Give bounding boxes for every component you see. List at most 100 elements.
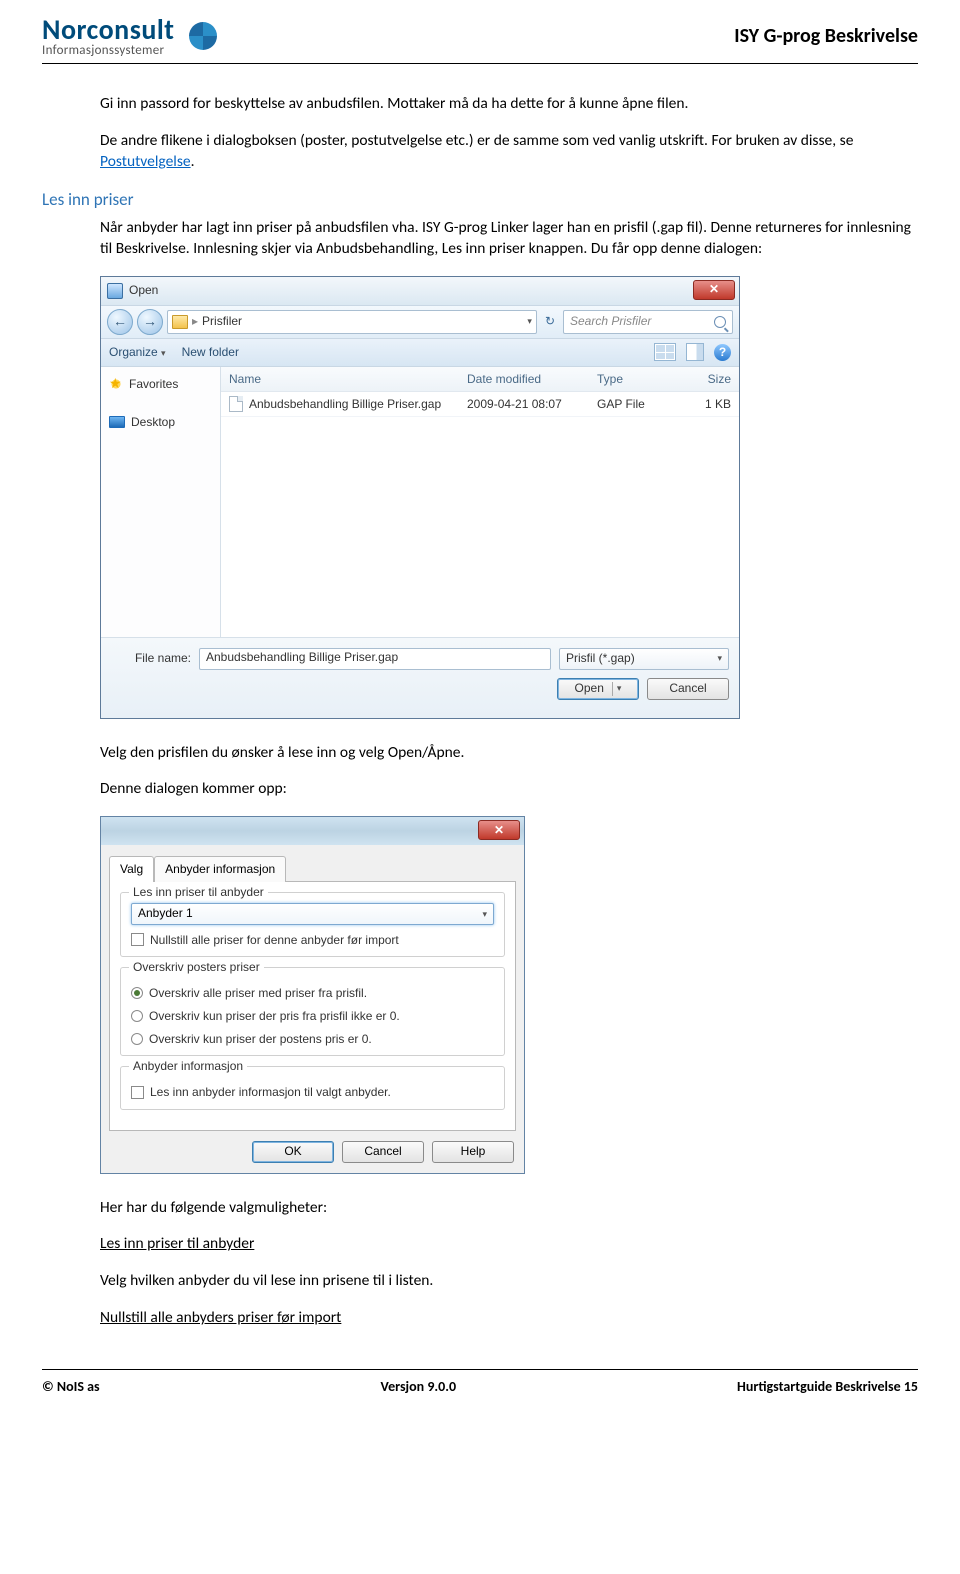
radio-alle[interactable]: Overskriv alle priser med priser fra pri… bbox=[131, 985, 494, 1001]
footer-left: © NoIS as bbox=[42, 1378, 100, 1395]
sidebar-desktop[interactable]: Desktop bbox=[105, 411, 216, 433]
dialog-footer: OK Cancel Help bbox=[101, 1131, 524, 1173]
sidebar-desktop-label: Desktop bbox=[131, 414, 175, 430]
file-type: GAP File bbox=[589, 392, 669, 416]
forward-button[interactable]: → bbox=[137, 309, 163, 335]
cancel-button[interactable]: Cancel bbox=[647, 678, 729, 700]
nullstill-checkbox-row[interactable]: Nullstill alle priser for denne anbyder … bbox=[131, 932, 494, 948]
chevron-down-icon: ▾ bbox=[482, 908, 487, 920]
chevron-down-icon: ▾ bbox=[717, 652, 722, 664]
group-legend: Anbyder informasjon bbox=[129, 1058, 247, 1074]
dialog-title-icon bbox=[107, 283, 123, 299]
cancel-button[interactable]: Cancel bbox=[342, 1141, 424, 1163]
file-list: Name Date modified Type Size Anbudsbehan… bbox=[221, 367, 739, 637]
dialog-nav: ← → ▸ Prisfiler ▾ ↻ Search Prisfiler bbox=[101, 305, 739, 339]
tab-strip: Valg Anbyder informasjon bbox=[109, 855, 516, 880]
refresh-icon[interactable]: ↻ bbox=[541, 313, 559, 329]
folder-icon bbox=[172, 315, 188, 329]
dialog-footer: File name: Anbudsbehandling Billige Pris… bbox=[101, 637, 739, 718]
radio-label: Overskriv kun priser der pris fra prisfi… bbox=[149, 1008, 400, 1024]
open-dialog: Open ✕ ← → ▸ Prisfiler ▾ ↻ Search Prisfi… bbox=[100, 276, 740, 719]
section-paragraph: Når anbyder har lagt inn priser på anbud… bbox=[100, 218, 918, 260]
tab-panel: Les inn priser til anbyder Anbyder 1 ▾ N… bbox=[109, 881, 516, 1131]
after-open-p2: Denne dialogen kommer opp: bbox=[100, 779, 918, 800]
after-open-p1: Velg den prisfilen du ønsker å lese inn … bbox=[100, 743, 918, 764]
arrow-left-icon: ← bbox=[113, 312, 127, 331]
page-header: Norconsult Informasjonssystemer ISY G-pr… bbox=[42, 0, 918, 64]
radio-post-null[interactable]: Overskriv kun priser der postens pris er… bbox=[131, 1031, 494, 1047]
page-footer: © NoIS as Versjon 9.0.0 Hurtigstartguide… bbox=[42, 1369, 918, 1395]
col-date-header[interactable]: Date modified bbox=[459, 367, 589, 391]
trailing-p1: Her har du følgende valgmuligheter: bbox=[100, 1198, 918, 1219]
group-les-inn: Les inn priser til anbyder Anbyder 1 ▾ N… bbox=[120, 892, 505, 957]
ok-button[interactable]: OK bbox=[252, 1141, 334, 1163]
col-name-header[interactable]: Name bbox=[221, 367, 459, 391]
logo: Norconsult Informasjonssystemer bbox=[42, 16, 223, 57]
section-heading: Les inn priser bbox=[42, 189, 918, 212]
file-date: 2009-04-21 08:07 bbox=[459, 392, 589, 416]
col-size-header[interactable]: Size bbox=[669, 367, 739, 391]
arrow-right-icon: → bbox=[143, 312, 157, 331]
checkbox-icon bbox=[131, 1086, 144, 1099]
chevron-down-icon: ▾ bbox=[161, 348, 166, 358]
help-icon[interactable]: ? bbox=[714, 344, 731, 361]
close-icon: ✕ bbox=[494, 822, 504, 838]
filename-input[interactable]: Anbudsbehandling Billige Priser.gap bbox=[199, 648, 551, 670]
checkbox-icon bbox=[131, 933, 144, 946]
checkbox-label: Les inn anbyder informasjon til valgt an… bbox=[150, 1084, 391, 1100]
path-bar[interactable]: ▸ Prisfiler ▾ bbox=[167, 310, 537, 334]
sidebar: Favorites Desktop bbox=[101, 367, 221, 637]
help-button[interactable]: Help bbox=[432, 1141, 514, 1163]
logo-icon bbox=[183, 16, 223, 56]
file-name: Anbudsbehandling Billige Priser.gap bbox=[249, 396, 441, 412]
search-placeholder: Search Prisfiler bbox=[570, 313, 651, 329]
logo-sub: Informasjonssystemer bbox=[42, 44, 175, 57]
close-icon: ✕ bbox=[709, 281, 719, 297]
footer-center: Versjon 9.0.0 bbox=[381, 1378, 457, 1395]
star-icon bbox=[109, 377, 123, 391]
sidebar-favorites[interactable]: Favorites bbox=[105, 373, 216, 395]
file-icon bbox=[229, 396, 243, 412]
col-type-header[interactable]: Type bbox=[589, 367, 669, 391]
list-item[interactable]: Anbudsbehandling Billige Priser.gap 2009… bbox=[221, 392, 739, 417]
desktop-icon bbox=[109, 416, 125, 428]
new-folder-button[interactable]: New folder bbox=[182, 344, 239, 360]
search-icon bbox=[714, 316, 726, 328]
radio-label: Overskriv kun priser der postens pris er… bbox=[149, 1031, 372, 1047]
filetype-select[interactable]: Prisfil (*.gap) ▾ bbox=[559, 648, 729, 670]
les-inn-anbyder-checkbox-row[interactable]: Les inn anbyder informasjon til valgt an… bbox=[131, 1084, 494, 1100]
sidebar-favorites-label: Favorites bbox=[129, 376, 178, 392]
search-input[interactable]: Search Prisfiler bbox=[563, 310, 733, 334]
organize-menu[interactable]: Organize ▾ bbox=[109, 344, 166, 360]
path-segment: Prisfiler bbox=[202, 313, 242, 329]
close-button[interactable]: ✕ bbox=[478, 820, 520, 840]
preview-pane-button[interactable] bbox=[686, 343, 704, 361]
footer-right: Hurtigstartguide Beskrivelse 15 bbox=[737, 1378, 918, 1395]
intro-p2: De andre flikene i dialogboksen (poster,… bbox=[100, 131, 918, 173]
tab-anbyder-info[interactable]: Anbyder informasjon bbox=[154, 856, 286, 881]
close-button[interactable]: ✕ bbox=[693, 280, 735, 300]
dialog-titlebar: ✕ bbox=[101, 817, 524, 845]
chevron-down-icon: ▾ bbox=[617, 682, 622, 694]
dialog-titlebar: Open ✕ bbox=[101, 277, 739, 305]
intro-p2a: De andre flikene i dialogboksen (poster,… bbox=[100, 131, 853, 150]
filename-label: File name: bbox=[111, 650, 191, 666]
trailing-p3: Velg hvilken anbyder du vil lese inn pri… bbox=[100, 1271, 918, 1292]
logo-main: Norconsult bbox=[42, 16, 175, 44]
trailing-p4: Nullstill alle anbyders priser før impor… bbox=[100, 1308, 918, 1329]
page-title: ISY G-prog Beskrivelse bbox=[734, 24, 918, 48]
radio-ikke-null[interactable]: Overskriv kun priser der pris fra prisfi… bbox=[131, 1008, 494, 1024]
filetype-label: Prisfil (*.gap) bbox=[566, 650, 635, 666]
postutvelgelse-link[interactable]: Postutvelgelse bbox=[100, 152, 191, 171]
dialog-toolbar: Organize ▾ New folder ? bbox=[101, 339, 739, 367]
back-button[interactable]: ← bbox=[107, 309, 133, 335]
anbyder-value: Anbyder 1 bbox=[138, 905, 193, 921]
open-button[interactable]: Open▾ bbox=[557, 678, 639, 700]
view-mode-button[interactable] bbox=[654, 343, 676, 361]
tab-valg[interactable]: Valg bbox=[109, 856, 154, 881]
group-overskriv: Overskriv posters priser Overskriv alle … bbox=[120, 967, 505, 1057]
import-dialog: ✕ Valg Anbyder informasjon Les inn prise… bbox=[100, 816, 525, 1173]
anbyder-select[interactable]: Anbyder 1 ▾ bbox=[131, 903, 494, 925]
radio-label: Overskriv alle priser med priser fra pri… bbox=[149, 985, 367, 1001]
file-size: 1 KB bbox=[669, 392, 739, 416]
